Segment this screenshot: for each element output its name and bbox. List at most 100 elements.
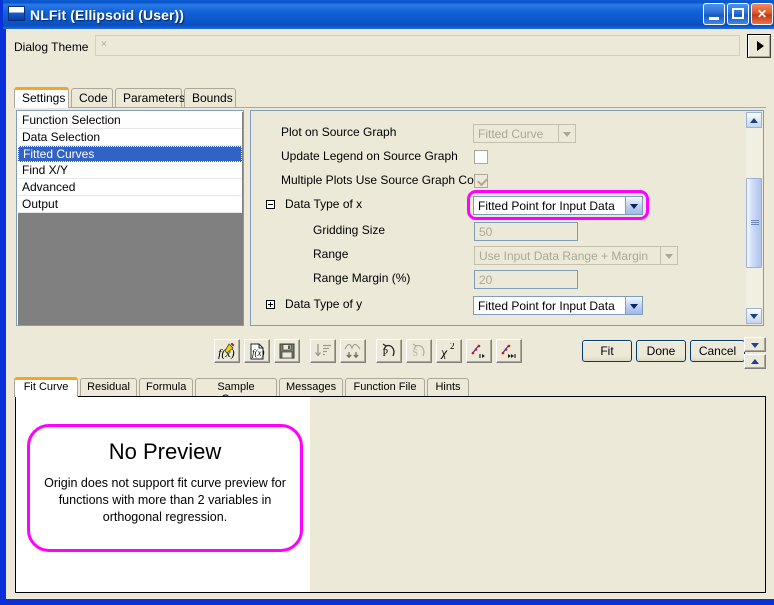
scroll-up-arrow-icon[interactable] [746, 112, 762, 128]
sort-descending-icon[interactable] [310, 339, 336, 363]
minimize-button[interactable] [703, 3, 725, 25]
settings-property-panel: Plot on Source Graph Fitted Curve Update L… [250, 110, 764, 326]
app-window-icon [8, 6, 25, 21]
property-label: Range Margin (%) [313, 271, 410, 285]
svg-text:P: P [383, 348, 389, 359]
close-icon: ✕ [752, 4, 772, 24]
theme-expand-arrow-button[interactable] [747, 34, 771, 58]
dialog-theme-input[interactable]: × [95, 35, 740, 56]
combobox-value: Use Input Data Range + Margin [479, 249, 648, 263]
settings-tab-strip: SettingsCodeParametersBounds [14, 87, 766, 108]
property-row: Range Use Input Data Range + Margin [251, 245, 743, 269]
dialog-theme-label: Dialog Theme [14, 40, 88, 54]
no-preview-message-box: No Preview Origin does not support fit c… [27, 424, 303, 552]
dialog-theme-row: Dialog Theme × [12, 35, 768, 59]
dialog-client-area: Dialog Theme × SettingsCodeParametersBou… [6, 29, 774, 599]
settings-area: Function SelectionData SelectionFitted C… [14, 107, 766, 329]
preview-canvas: No Preview Origin does not support fit c… [16, 397, 310, 592]
title-bar: NLFit (Ellipsoid (User)) ✕ [3, 0, 774, 29]
chevron-down-icon[interactable] [625, 197, 642, 214]
property-label: Data Type of x [285, 197, 362, 211]
chi-square-icon[interactable]: χ 2 [436, 339, 462, 363]
property-row: Update Legend on Source Graph [251, 147, 743, 171]
settings-scrollbar[interactable] [746, 112, 762, 324]
property-label: Gridding Size [313, 223, 385, 237]
preview-tab-fit-curve[interactable]: Fit Curve [14, 377, 78, 397]
new-function-icon[interactable]: f(x) [214, 339, 240, 363]
collapse-icon[interactable] [266, 200, 275, 209]
svg-text:2: 2 [450, 343, 455, 351]
property-label: Plot on Source Graph [281, 125, 396, 139]
property-text-input[interactable]: 50 [474, 222, 578, 241]
scroll-down-arrow-icon[interactable] [746, 308, 762, 324]
fit-toolbar: f(x) f(x) [6, 331, 774, 373]
combobox-value: Fitted Point for Input Data [478, 299, 615, 313]
expand-icon[interactable] [266, 300, 275, 309]
preview-tab-function-file[interactable]: Function File [345, 378, 425, 396]
svg-text:χ: χ [440, 346, 448, 359]
property-row: Plot on Source Graph Fitted Curve [251, 123, 743, 147]
preview-panel: No Preview Origin does not support fit c… [15, 396, 766, 593]
svg-text:S: S [413, 348, 419, 359]
no-preview-title: No Preview [30, 439, 300, 465]
property-row: Gridding Size 50 [251, 221, 743, 245]
undo-icon[interactable]: S [406, 339, 432, 363]
spin-down-button[interactable] [744, 337, 766, 352]
combobox-value: Fitted Curve [478, 127, 543, 141]
peak-fit-icon[interactable] [340, 339, 366, 363]
preview-tab-sample-curve[interactable]: Sample Curve [195, 378, 277, 396]
maximize-button[interactable] [727, 3, 749, 25]
property-row: Data Type of x Fitted Point for Input Dat… [251, 195, 743, 219]
done-button[interactable]: Done [636, 340, 686, 362]
cancel-button[interactable]: Cancel [690, 340, 745, 362]
property-combobox[interactable]: Use Input Data Range + Margin [474, 246, 678, 265]
preview-tab-residual[interactable]: Residual [80, 378, 137, 396]
combobox-value: Fitted Point for Input Data [478, 199, 615, 213]
preview-tab-hints[interactable]: Hints [427, 378, 469, 396]
nlfit-dialog-window: NLFit (Ellipsoid (User)) ✕ Dialog Theme … [0, 0, 774, 605]
window-title: NLFit (Ellipsoid (User)) [30, 7, 184, 23]
close-button[interactable]: ✕ [751, 3, 773, 25]
no-preview-body: Origin does not support fit curve previe… [30, 475, 300, 526]
scrollbar-thumb[interactable] [746, 178, 762, 268]
tree-item-output[interactable]: Output [18, 196, 242, 213]
tree-item-data-selection[interactable]: Data Selection [18, 129, 242, 146]
property-checkbox[interactable] [474, 174, 488, 188]
property-checkbox[interactable] [474, 150, 488, 164]
tab-bounds[interactable]: Bounds [184, 88, 236, 107]
property-row: Multiple Plots Use Source Graph Color [251, 171, 743, 195]
save-icon[interactable] [274, 339, 300, 363]
chevron-down-icon[interactable] [625, 297, 642, 314]
settings-category-tree[interactable]: Function SelectionData SelectionFitted C… [16, 110, 244, 326]
fit-until-converged-icon[interactable] [496, 339, 522, 363]
preview-tab-strip: Fit CurveResidualFormulaSample CurveMess… [14, 377, 766, 397]
property-text-input[interactable]: 20 [474, 270, 578, 289]
property-label: Multiple Plots Use Source Graph Color [281, 173, 487, 187]
property-combobox[interactable]: Fitted Point for Input Data [473, 196, 643, 215]
property-row: Range Margin (%) 20 [251, 269, 743, 293]
spin-up-button[interactable] [744, 354, 766, 369]
reset-parameters-icon[interactable]: P [376, 339, 402, 363]
tab-parameters[interactable]: Parameters [115, 88, 182, 107]
chevron-down-icon[interactable] [558, 125, 575, 142]
preview-tab-messages[interactable]: Messages [279, 378, 343, 396]
svg-text:f(x): f(x) [252, 348, 265, 358]
tree-item-find-x-y[interactable]: Find X/Y [18, 162, 242, 179]
fit-button[interactable]: Fit [582, 340, 632, 362]
property-combobox[interactable]: Fitted Point for Input Data [473, 296, 643, 315]
tree-item-fitted-curves[interactable]: Fitted Curves [18, 146, 242, 162]
preview-tab-formula[interactable]: Formula [139, 378, 193, 396]
property-row: Data Type of y Fitted Point for Input Dat… [251, 295, 743, 319]
chevron-down-icon[interactable] [660, 247, 677, 264]
tree-item-advanced[interactable]: Advanced [18, 179, 242, 196]
function-file-icon[interactable]: f(x) [244, 339, 270, 363]
tab-code[interactable]: Code [71, 88, 113, 107]
window-controls: ✕ [703, 3, 773, 25]
one-iteration-icon[interactable] [466, 339, 492, 363]
tree-item-function-selection[interactable]: Function Selection [18, 112, 242, 129]
property-label: Range [313, 247, 348, 261]
property-label: Update Legend on Source Graph [281, 149, 458, 163]
property-combobox[interactable]: Fitted Curve [473, 124, 576, 143]
property-label: Data Type of y [285, 297, 362, 311]
tab-settings[interactable]: Settings [14, 87, 69, 108]
